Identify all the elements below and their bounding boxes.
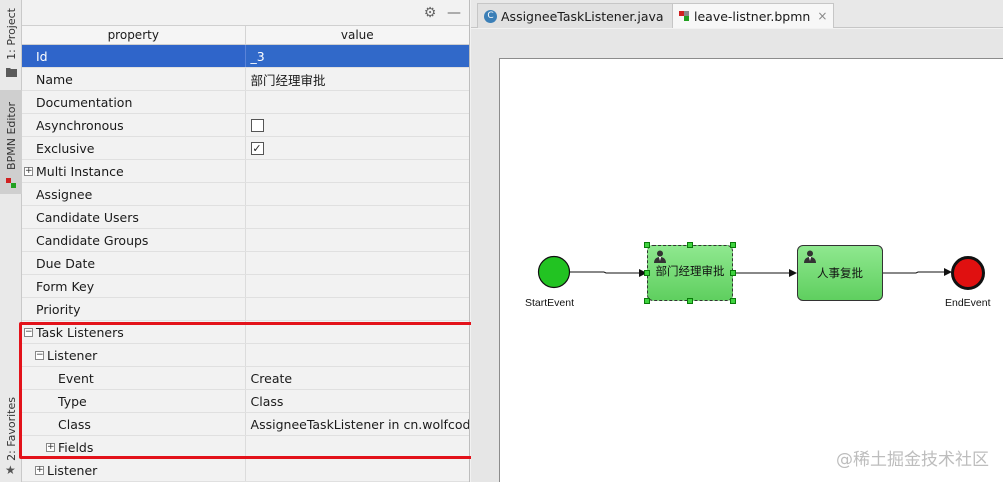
property-row-assignee[interactable]: Assignee [22,183,469,206]
value-column-header: value [340,28,374,42]
bpmn-file-icon [679,10,690,22]
resize-handle[interactable] [644,242,650,248]
id-value[interactable]: _3 [245,45,469,67]
property-row-documentation[interactable]: Documentation [22,91,469,114]
class-value[interactable]: AssigneeTaskListener in cn.wolfcode [246,413,469,435]
star-icon: ★ [5,463,16,477]
asynchronous-checkbox[interactable] [250,118,264,132]
bpmn-canvas[interactable]: StartEvent 部门经理审批 人事复批 EndEvent [499,58,1003,482]
assignee-value[interactable] [246,183,469,205]
task-hr-review[interactable]: 人事复批 [797,245,883,301]
minimize-icon[interactable]: — [446,5,462,21]
resize-handle[interactable] [687,242,693,248]
property-row-listener-2[interactable]: + Listener [22,459,469,482]
collapse-icon[interactable]: − [24,327,33,337]
resize-handle[interactable] [730,242,736,248]
expand-icon[interactable]: + [35,465,44,475]
tab-leave-listner-bpmn[interactable]: leave-listner.bpmn × [672,3,835,28]
property-row-class[interactable]: Class AssigneeTaskListener in cn.wolfcod… [22,413,469,436]
java-class-icon: C [484,9,497,23]
collapse-icon[interactable]: − [35,350,44,360]
watermark: @稀土掘金技术社区 [836,450,989,470]
user-icon [654,250,666,263]
name-value[interactable]: 部门经理审批 [246,68,469,90]
close-icon[interactable]: × [817,9,827,23]
property-row-listener[interactable]: − Listener [22,344,469,367]
tool-window-strip: 1: Project BPMN Editor 2: Favorites ★ [0,0,22,482]
bpmn-editor-tab[interactable]: BPMN Editor [0,90,22,194]
property-row-name[interactable]: Name 部门经理审批 [22,68,469,91]
resize-handle[interactable] [730,270,736,276]
folder-icon [6,68,17,77]
property-column-header: property [22,26,246,44]
candidate-groups-value[interactable] [246,229,469,251]
exclusive-checkbox[interactable]: ✓ [250,141,264,155]
resize-handle[interactable] [730,298,736,304]
property-row-multi-instance[interactable]: + Multi Instance [22,160,469,183]
panel-toolbar: ⚙ — [22,0,469,26]
gear-icon[interactable]: ⚙ [422,5,438,21]
property-rows: Id _3 Name 部门经理审批 Documentation Asynchro… [22,45,469,482]
property-row-fields[interactable]: + Fields [22,436,469,459]
end-event[interactable] [950,255,986,291]
resize-handle[interactable] [644,298,650,304]
favorites-tab[interactable]: 2: Favorites [0,396,22,462]
event-value[interactable]: Create [246,367,469,389]
sequence-flows [570,268,952,277]
documentation-value[interactable] [246,91,469,113]
property-row-asynchronous[interactable]: Asynchronous [22,114,469,137]
project-tab[interactable]: 1: Project [0,4,22,64]
resize-handle[interactable] [644,270,650,276]
tab-assignee-task-listener[interactable]: C AssigneeTaskListener.java × [477,3,688,28]
resize-handle[interactable] [687,298,693,304]
property-row-task-listeners[interactable]: − Task Listeners [22,321,469,344]
start-event[interactable] [537,255,571,289]
property-table-header: property value [22,26,469,45]
expand-icon[interactable]: + [46,442,55,452]
property-row-candidate-groups[interactable]: Candidate Groups [22,229,469,252]
property-row-exclusive[interactable]: Exclusive ✓ [22,137,469,160]
expand-icon[interactable]: + [24,166,33,176]
property-panel: ⚙ — property value Id _3 Name 部门经理审批 Doc… [22,0,470,482]
property-row-event[interactable]: Event Create [22,367,469,390]
bpmn-icon [6,178,16,188]
bpmn-editor-area: StartEvent 部门经理审批 人事复批 EndEvent @稀土掘金技术社… [471,29,1003,482]
task-department-manager-approval[interactable]: 部门经理审批 [647,245,733,301]
end-event-label: EndEvent [945,297,991,309]
type-value[interactable]: Class [246,390,469,412]
start-event-label: StartEvent [525,297,575,309]
property-row-type[interactable]: Type Class [22,390,469,413]
user-icon [804,250,816,263]
form-key-value[interactable] [246,275,469,297]
candidate-users-value[interactable] [246,206,469,228]
property-row-due-date[interactable]: Due Date [22,252,469,275]
property-row-priority[interactable]: Priority [22,298,469,321]
property-row-id[interactable]: Id _3 [22,45,469,68]
due-date-value[interactable] [246,252,469,274]
property-row-form-key[interactable]: Form Key [22,275,469,298]
editor-tabs: C AssigneeTaskListener.java × leave-list… [471,0,1003,28]
priority-value[interactable] [246,298,469,320]
property-row-candidate-users[interactable]: Candidate Users [22,206,469,229]
